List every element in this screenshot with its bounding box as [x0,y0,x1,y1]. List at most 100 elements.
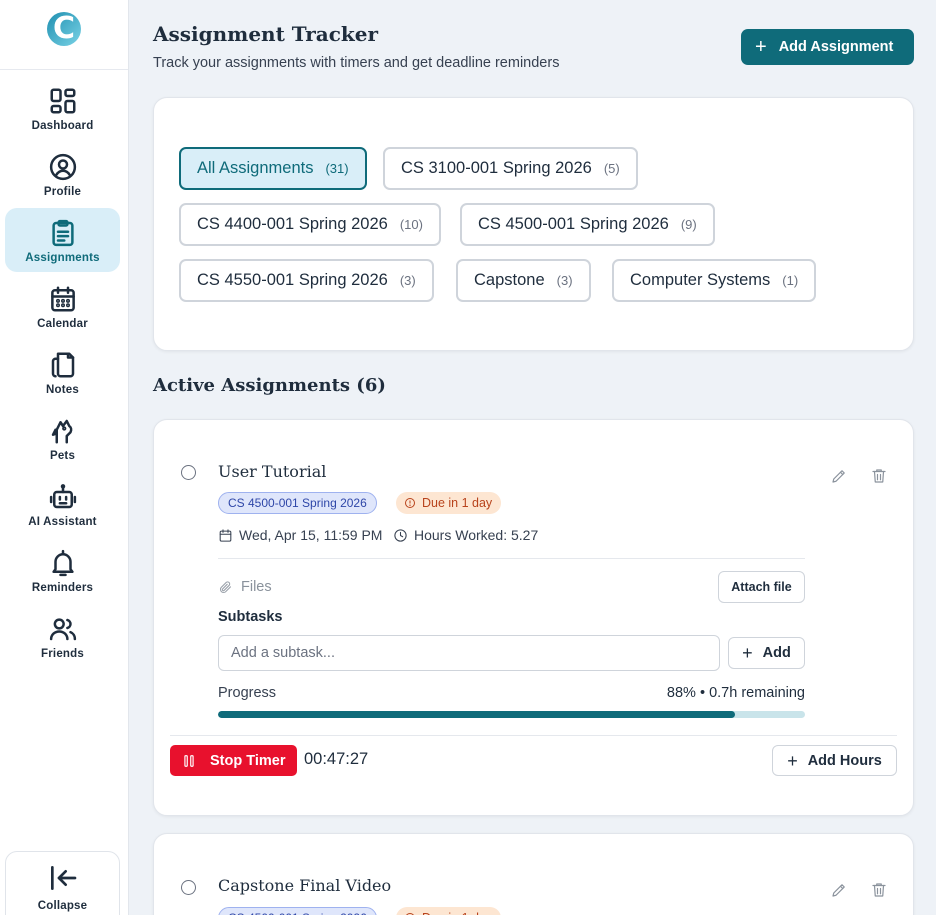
edit-button[interactable] [830,881,848,899]
assignment-card: Capstone Final Video CS 4500-001 Spring … [153,833,914,915]
assignments-icon [51,219,74,247]
due-text: Due in 1 day [422,496,493,510]
page-title: Assignment Tracker [153,22,379,46]
sidebar-item-dashboard[interactable]: Dashboard [5,76,120,140]
pets-icon [51,419,72,444]
paperclip-icon [220,580,232,593]
sidebar-item-assignments[interactable]: Assignments [5,208,120,272]
sidebar-item-label: Assignments [25,252,100,264]
sidebar-item-calendar[interactable]: Calendar [5,274,120,338]
chip-count: (1) [782,273,799,288]
due-date-text: Wed, Apr 15, 11:59 PM [239,527,383,543]
alert-circle-icon [405,498,415,508]
chip-label: Computer Systems [630,271,771,289]
sidebar: C Dashboard Profile Assignments Calendar… [0,0,129,915]
collapse-button[interactable]: Collapse [5,851,120,915]
hours-worked: Hours Worked: 5.27 [393,527,538,543]
sidebar-item-notes[interactable]: Notes [5,340,120,404]
assignment-card: User Tutorial CS 4500-001 Spring 2026 Du… [153,419,914,816]
calendar-icon [50,286,75,312]
collapse-arrow-icon [50,866,76,890]
assignment-title: Capstone Final Video [218,876,392,895]
timer-display: 00:47:27 [304,750,369,768]
progress-bar [218,711,805,718]
ai-assistant-icon [49,484,76,509]
filter-chip-computer-systems[interactable]: Computer Systems (1) [612,259,817,302]
chip-count: (3) [556,273,573,288]
chip-count: (10) [399,217,423,232]
files-section: Files [218,579,272,595]
filter-chip-cs4550[interactable]: CS 4550-001 Spring 2026 (3) [179,259,434,302]
add-assignment-button[interactable]: + Add Assignment [741,29,914,65]
stop-timer-button[interactable]: Stop Timer [170,745,298,776]
due-date: Wed, Apr 15, 11:59 PM [218,527,382,543]
complete-radio[interactable] [181,880,196,895]
add-subtask-label: Add [762,645,791,661]
due-badge: Due in 1 day [396,907,502,915]
add-hours-button[interactable]: + Add Hours [772,745,897,776]
filter-chip-cs4400[interactable]: CS 4400-001 Spring 2026 (10) [179,203,441,246]
sidebar-item-ai-assistant[interactable]: AI Assistant [5,472,120,536]
dashboard-icon [50,88,75,114]
sidebar-item-pets[interactable]: Pets [5,406,120,470]
plus-icon: + [742,643,753,663]
delete-button[interactable] [870,881,888,899]
logo-area: C [0,0,128,70]
due-badge: Due in 1 day [396,492,502,514]
stop-timer-label: Stop Timer [210,752,286,769]
sidebar-item-label: Calendar [37,318,88,330]
chip-count: (9) [680,217,697,232]
pause-icon [184,754,194,767]
add-hours-label: Add Hours [807,752,882,769]
filter-chip-cs4500[interactable]: CS 4500-001 Spring 2026 (9) [460,203,715,246]
chip-label: All Assignments [197,159,314,177]
attach-file-button[interactable]: Attach file [718,571,805,603]
edit-button[interactable] [830,467,848,485]
chip-label: Capstone [474,271,545,289]
sidebar-item-label: AI Assistant [28,516,97,528]
progress-value: 88% • 0.7h remaining [666,685,805,701]
chip-label: CS 4500-001 Spring 2026 [478,215,669,233]
trash-icon [872,883,886,897]
filter-chip-all[interactable]: All Assignments (31) [179,147,367,190]
progress-label: Progress [218,685,277,701]
notes-icon [51,352,74,378]
sidebar-item-profile[interactable]: Profile [5,142,120,206]
plus-icon: + [755,36,767,58]
chip-label: CS 4400-001 Spring 2026 [197,215,388,233]
card-divider [170,735,897,736]
clock-icon [394,528,407,542]
complete-radio[interactable] [181,465,196,480]
subtask-input[interactable] [218,635,720,671]
chip-count: (5) [603,161,620,176]
plus-icon: + [787,750,798,771]
sidebar-item-label: Profile [43,186,82,198]
subtasks-heading: Subtasks [218,609,283,625]
bell-icon [51,549,74,577]
add-subtask-button[interactable]: + Add [728,637,805,669]
sidebar-item-label: Notes [46,384,79,396]
progress-bar-fill [218,711,735,718]
profile-icon [49,153,76,181]
due-text: Due in 1 day [422,907,492,915]
page-subtitle: Track your assignments with timers and g… [153,55,560,71]
course-filter-card: All Assignments (31) CS 3100-001 Spring … [153,97,914,351]
delete-button[interactable] [870,467,888,485]
collapse-label: Collapse [37,900,88,912]
pencil-icon [832,470,845,483]
chip-label: CS 4550-001 Spring 2026 [197,271,388,289]
app-logo[interactable]: C [47,11,81,46]
hours-worked-text: Hours Worked: 5.27 [414,527,539,543]
trash-icon [872,469,886,483]
sidebar-item-friends[interactable]: Friends [5,604,120,668]
filter-chip-cs3100[interactable]: CS 3100-001 Spring 2026 (5) [383,147,638,190]
friends-icon [49,618,76,641]
pencil-icon [832,884,845,897]
files-label: Files [241,579,272,595]
sidebar-item-reminders[interactable]: Reminders [5,538,120,602]
chip-count: (31) [325,161,349,176]
filter-chip-capstone[interactable]: Capstone (3) [456,259,591,302]
add-assignment-label: Add Assignment [778,39,894,55]
chip-label: CS 3100-001 Spring 2026 [401,159,592,177]
sidebar-item-label: Friends [41,648,84,660]
